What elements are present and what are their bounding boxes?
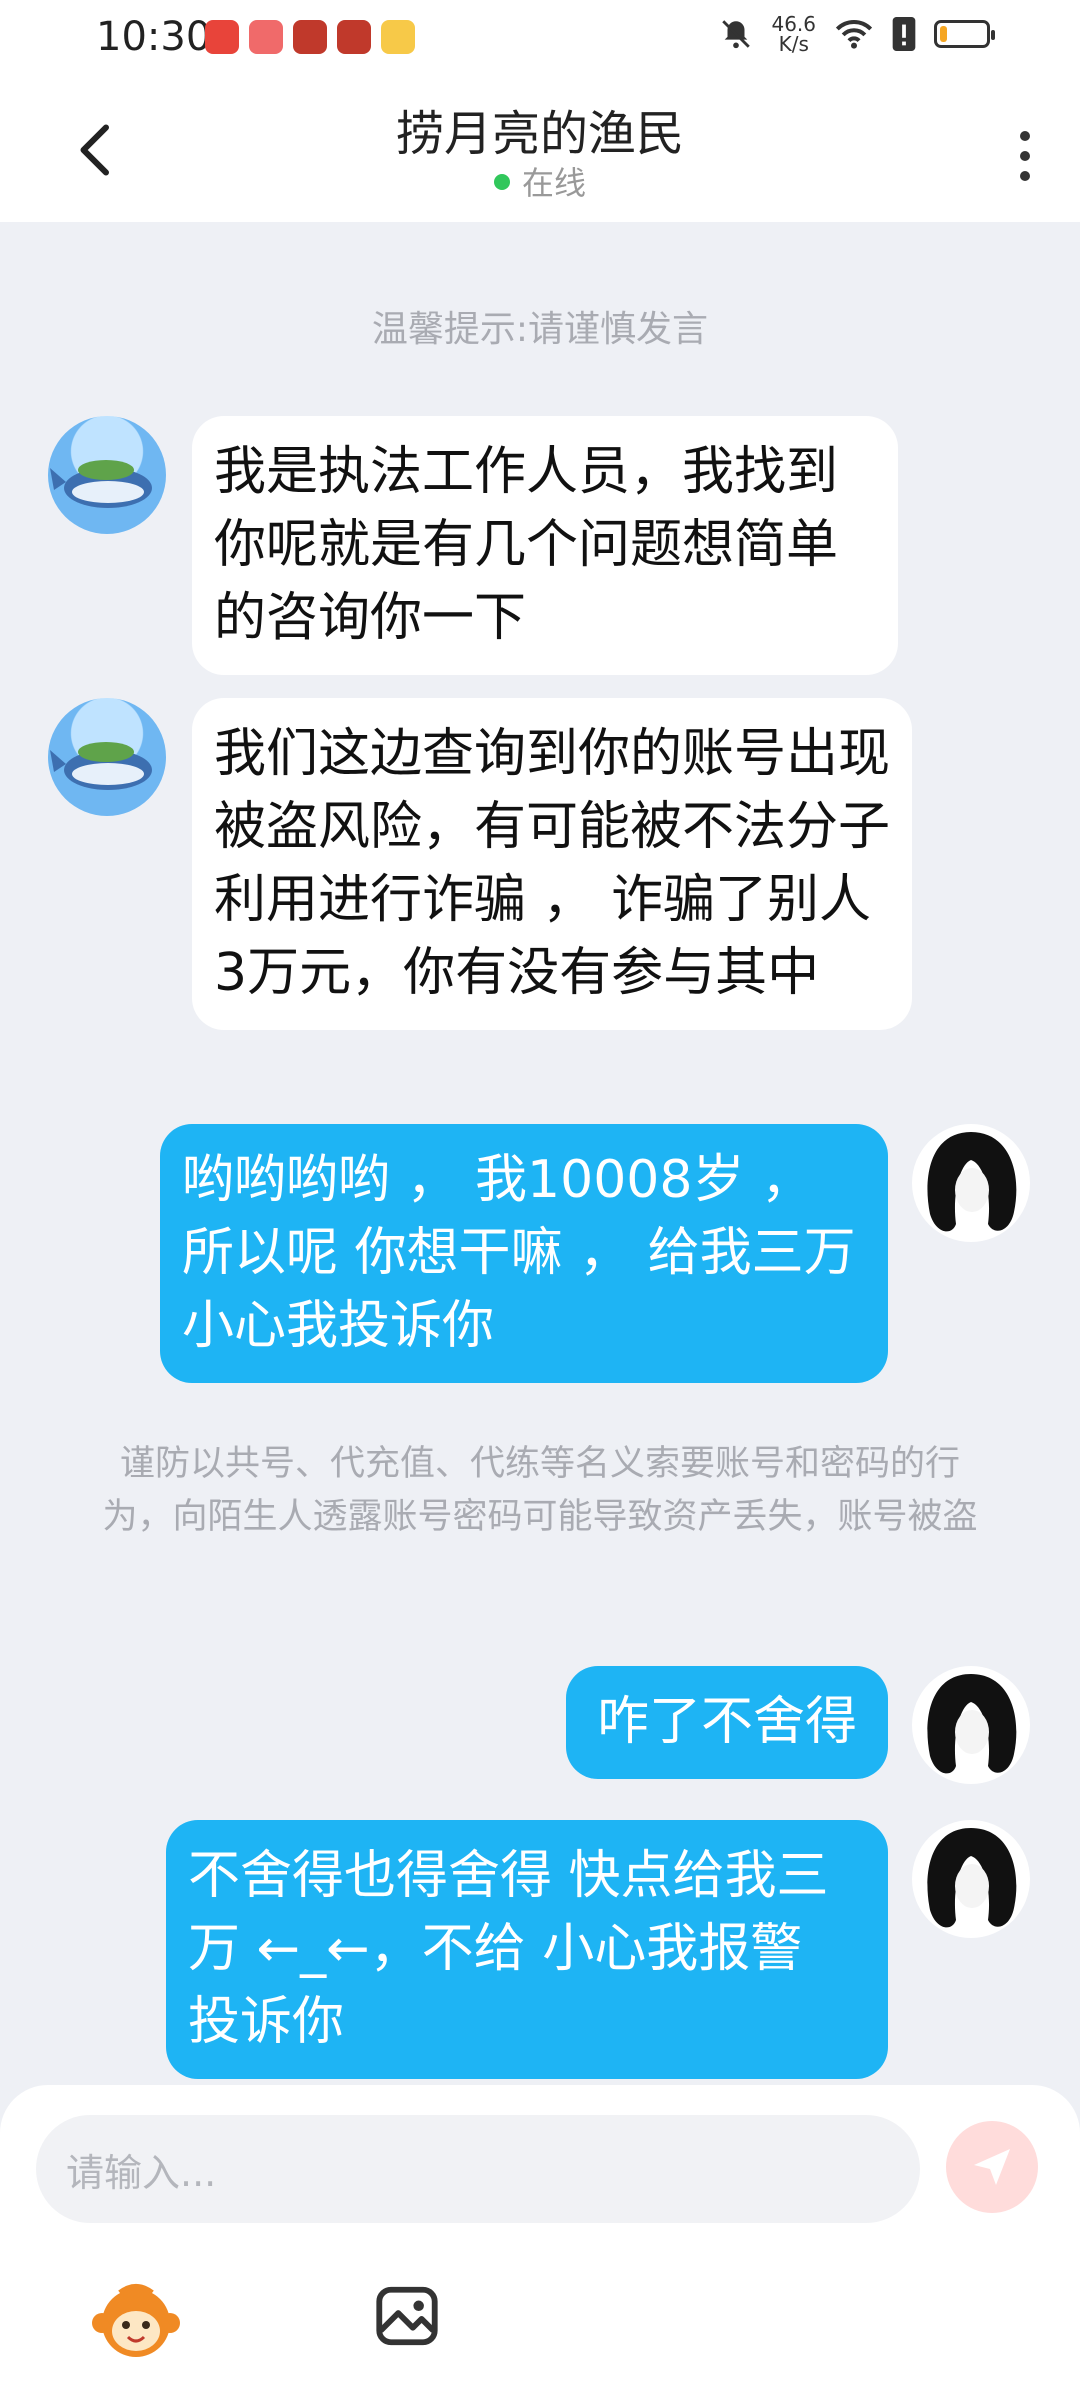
- online-status: 在线: [0, 158, 1080, 204]
- monkey-emoji-icon[interactable]: [90, 2275, 182, 2367]
- more-options-button[interactable]: [990, 116, 1060, 196]
- message-bubble[interactable]: 不舍得也得舍得 快点给我三万 ←_←，不给 小心我报警 投诉你: [166, 1820, 888, 2079]
- contact-avatar[interactable]: [48, 416, 166, 534]
- network-speed-unit: K/s: [778, 32, 809, 56]
- message-input[interactable]: 请输入...: [36, 2115, 920, 2223]
- my-avatar[interactable]: [912, 1820, 1030, 1938]
- contact-avatar[interactable]: [48, 698, 166, 816]
- my-avatar[interactable]: [912, 1124, 1030, 1242]
- contact-name: 捞月亮的渔民: [395, 106, 684, 162]
- whale-avatar-image: [50, 460, 152, 508]
- message-bubble[interactable]: 我们这边查询到你的账号出现被盗风险，有可能被不法分子利用进行诈骗 ， 诈骗了别人…: [192, 698, 912, 1030]
- notification-icons: [205, 20, 415, 54]
- sim-card-icon: [892, 17, 916, 51]
- my-avatar[interactable]: [912, 1666, 1030, 1784]
- send-button[interactable]: [946, 2121, 1038, 2213]
- whale-avatar-image: [50, 742, 152, 790]
- network-speed-value: 46.6: [771, 12, 816, 36]
- input-area: 请输入...: [0, 2085, 1080, 2400]
- message-input-placeholder: 请输入...: [66, 2150, 217, 2195]
- message-bubble[interactable]: 我是执法工作人员，我找到你呢就是有几个问题想简单的咨询你一下: [192, 416, 898, 675]
- status-bar: 10:30 46.6 K/s: [0, 0, 1080, 80]
- image-icon[interactable]: [372, 2281, 442, 2351]
- app-notification-icon: [249, 20, 283, 54]
- network-speed: 46.6 K/s: [771, 14, 816, 54]
- girl-avatar-image: [927, 1828, 1017, 1928]
- status-time: 10:30: [96, 14, 212, 60]
- app-notification-icon: [337, 20, 371, 54]
- girl-avatar-image: [927, 1132, 1017, 1232]
- weibo-icon: [381, 20, 415, 54]
- more-vertical-icon: [1020, 131, 1030, 141]
- message-bubble[interactable]: 咋了不舍得: [566, 1666, 888, 1779]
- chat-header: 捞月亮的渔民 在线: [0, 80, 1080, 222]
- online-dot-icon: [493, 174, 510, 190]
- wifi-icon: [835, 20, 873, 49]
- online-status-label: 在线: [521, 164, 586, 202]
- chat-tip: 温馨提示:请谨慎发言: [371, 309, 709, 350]
- girl-avatar-image: [927, 1674, 1017, 1774]
- battery-icon: [934, 20, 995, 48]
- send-icon: [974, 2149, 1010, 2185]
- app-notification-icon: [293, 20, 327, 54]
- app-notification-icon: [205, 20, 239, 54]
- mute-icon: [722, 20, 751, 49]
- message-bubble[interactable]: 哟哟哟哟 ， 我10008岁 ， 所以呢 你想干嘛 ， 给我三万 小心我投诉你: [160, 1124, 888, 1383]
- security-warning: 谨防以共号、代充值、代练等名义索要账号和密码的行为，向陌生人透露账号密码可能导致…: [102, 1444, 978, 1537]
